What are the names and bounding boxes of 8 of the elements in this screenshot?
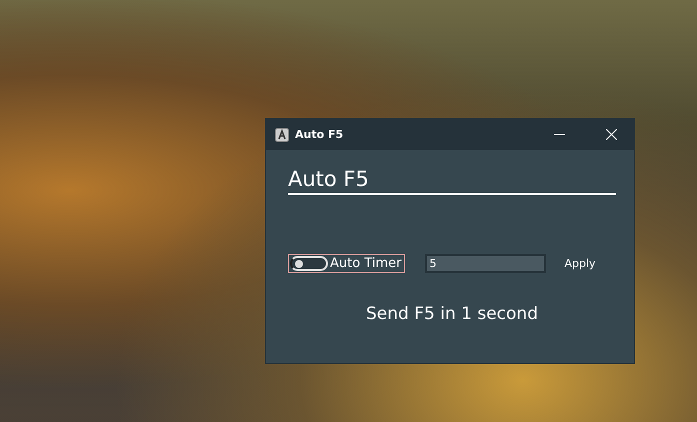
close-icon	[606, 129, 616, 140]
status-text: Send F5 in 1 second	[365, 304, 539, 324]
auto-timer-toggle[interactable]: Auto Timer	[288, 254, 406, 273]
interval-input-field[interactable]: 5	[425, 254, 546, 273]
window-title: Auto F5	[295, 128, 344, 141]
app-icon	[275, 128, 289, 142]
apply-button[interactable]: Apply	[562, 255, 598, 272]
app-heading: Auto F5	[288, 166, 616, 195]
